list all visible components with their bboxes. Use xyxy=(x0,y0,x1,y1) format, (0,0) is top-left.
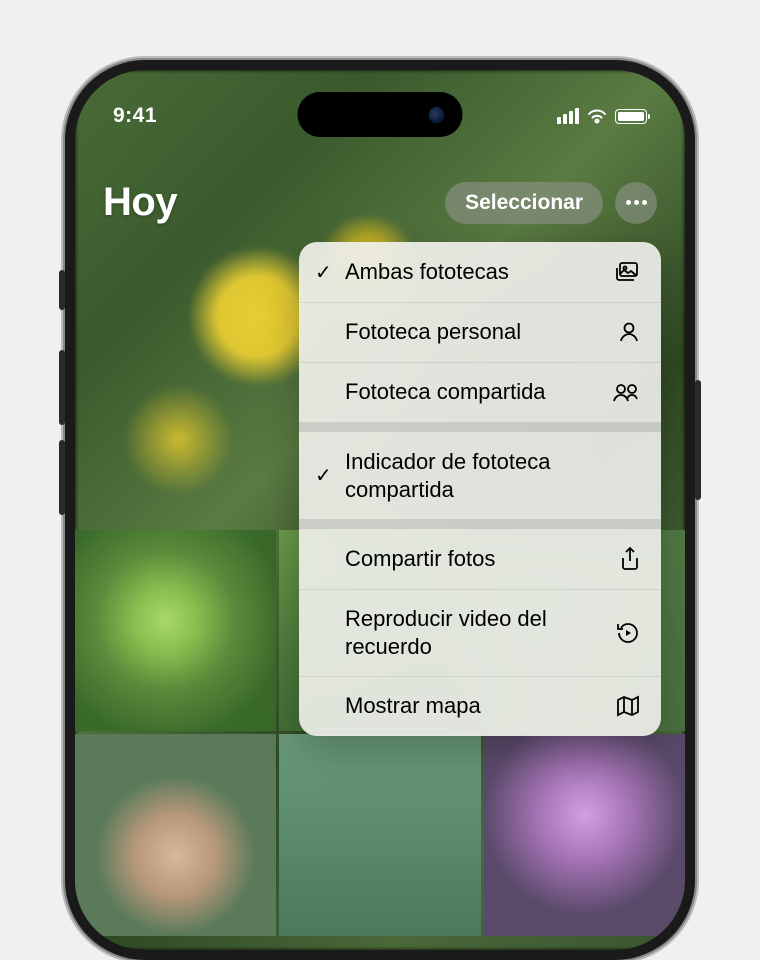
checkmark-icon: ✓ xyxy=(315,463,345,488)
status-time: 9:41 xyxy=(113,104,157,128)
photo-thumbnail[interactable] xyxy=(75,734,276,935)
photo-thumbnail[interactable] xyxy=(75,530,276,731)
menu-item-shared-indicator[interactable]: ✓ Indicador de fototeca compartida xyxy=(299,432,661,519)
menu-separator xyxy=(299,422,661,432)
person-icon xyxy=(609,320,641,344)
status-icons xyxy=(557,108,647,124)
menu-separator xyxy=(299,519,661,529)
menu-item-personal-library[interactable]: Fototeca personal xyxy=(299,302,661,362)
phone-frame: 9:41 Hoy Seleccionar xyxy=(65,60,695,960)
menu-item-label: Reproducir video del recuerdo xyxy=(345,605,609,660)
map-icon xyxy=(609,694,641,718)
menu-item-label: Compartir fotos xyxy=(345,545,609,573)
photo-thumbnail[interactable] xyxy=(279,734,480,935)
menu-item-share-photos[interactable]: Compartir fotos xyxy=(299,529,661,589)
page-title: Hoy xyxy=(103,180,177,225)
menu-item-label: Ambas fototecas xyxy=(345,258,609,286)
photo-thumbnail[interactable] xyxy=(484,734,685,935)
replay-icon xyxy=(609,620,641,646)
menu-item-play-memory[interactable]: Reproducir video del recuerdo xyxy=(299,589,661,676)
volume-down-button[interactable] xyxy=(59,440,65,515)
dynamic-island xyxy=(298,92,463,137)
menu-item-both-libraries[interactable]: ✓ Ambas fototecas xyxy=(299,242,661,302)
front-camera xyxy=(429,107,445,123)
mute-switch[interactable] xyxy=(59,270,65,310)
battery-icon xyxy=(615,109,647,124)
power-button[interactable] xyxy=(695,380,701,500)
cellular-signal-icon xyxy=(557,108,579,124)
select-button[interactable]: Seleccionar xyxy=(445,182,603,224)
menu-item-show-map[interactable]: Mostrar mapa xyxy=(299,676,661,736)
checkmark-icon: ✓ xyxy=(315,260,345,285)
screen: 9:41 Hoy Seleccionar xyxy=(75,70,685,950)
wifi-icon xyxy=(586,108,608,124)
menu-item-label: Fototeca compartida xyxy=(345,378,609,406)
header: Hoy Seleccionar xyxy=(75,180,685,225)
share-icon xyxy=(609,546,641,572)
volume-up-button[interactable] xyxy=(59,350,65,425)
options-menu: ✓ Ambas fototecas Fototeca personal Foto… xyxy=(299,242,661,736)
more-options-button[interactable] xyxy=(615,182,657,224)
ellipsis-icon xyxy=(626,200,647,205)
menu-item-shared-library[interactable]: Fototeca compartida xyxy=(299,362,661,422)
menu-item-label: Mostrar mapa xyxy=(345,692,609,720)
menu-item-label: Indicador de fototeca compartida xyxy=(345,448,609,503)
stacked-photos-icon xyxy=(609,260,641,284)
menu-item-label: Fototeca personal xyxy=(345,318,609,346)
people-icon xyxy=(609,380,641,404)
